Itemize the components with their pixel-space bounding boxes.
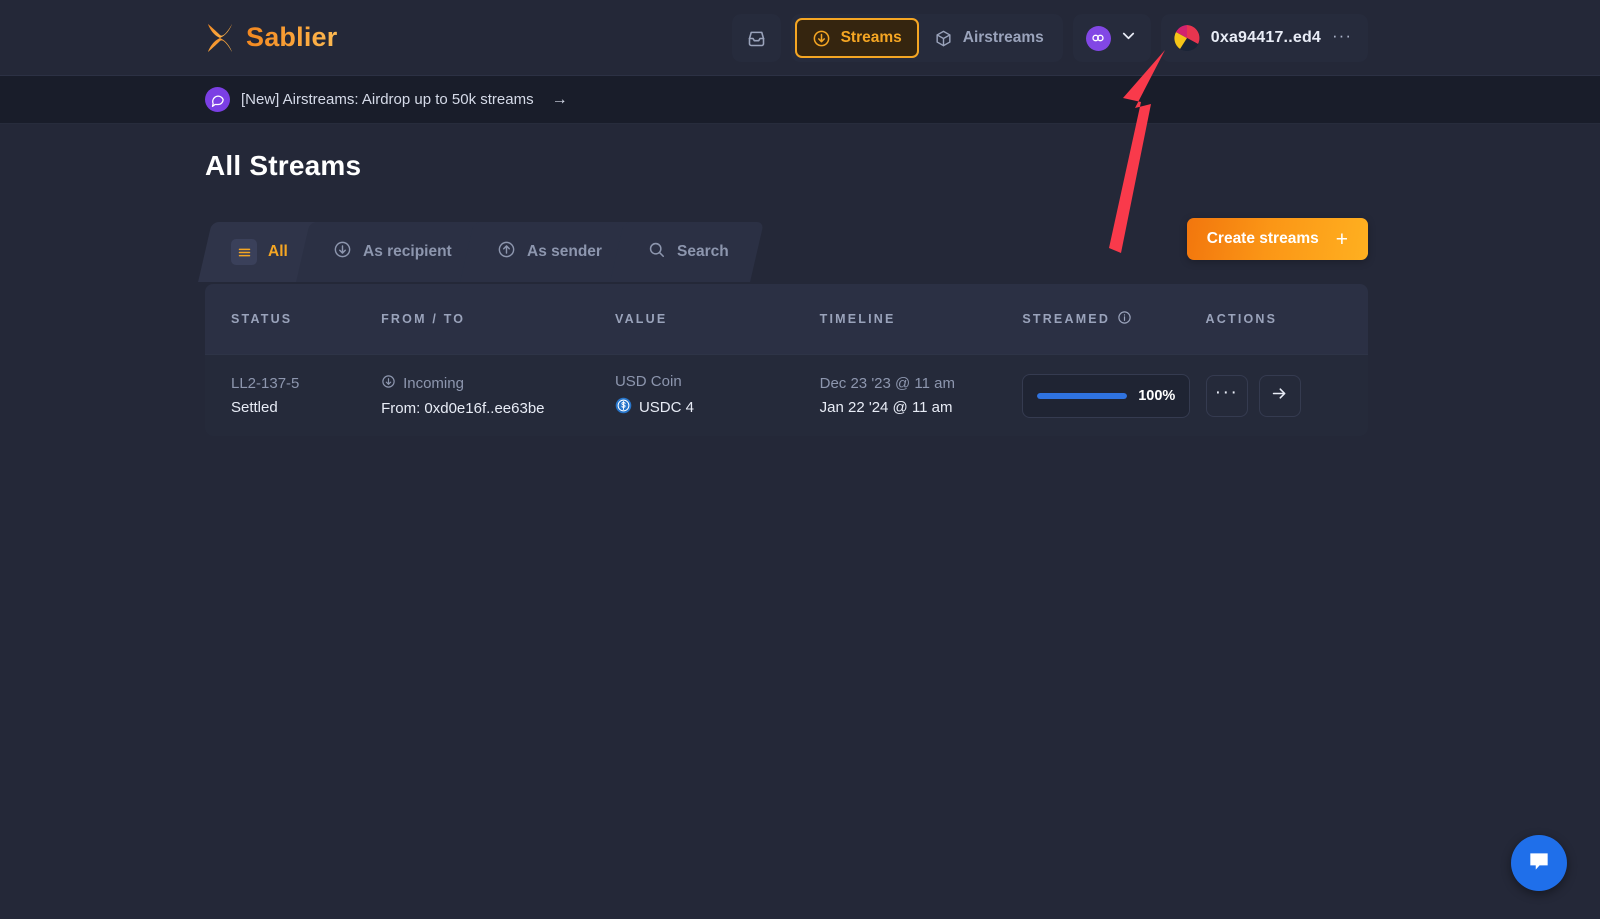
cell-value: USD Coin USDC 4 bbox=[615, 373, 820, 418]
tab-as-recipient-label: As recipient bbox=[362, 243, 452, 260]
brand-logo[interactable]: Sablier bbox=[205, 22, 337, 54]
timeline-end: Jan 22 '24 @ 11 am bbox=[819, 399, 953, 416]
page-title: All Streams bbox=[205, 150, 362, 181]
info-icon[interactable] bbox=[1117, 310, 1132, 328]
create-streams-label: Create streams bbox=[1206, 230, 1319, 247]
wallet-group: 0xa94417..ed4 ··· bbox=[1160, 14, 1368, 62]
nav-tab-streams[interactable]: Streams bbox=[794, 18, 919, 58]
column-header-status: STATUS bbox=[231, 312, 293, 326]
column-header-actions: ACTIONS bbox=[1205, 312, 1278, 326]
app-window: Sablier Streams Airstreams 0xa94417..ed4… bbox=[0, 0, 1600, 919]
tab-search-label: Search bbox=[676, 243, 729, 260]
nav-tab-airstreams[interactable]: Airstreams bbox=[919, 18, 1059, 58]
chain-link-icon bbox=[1085, 25, 1111, 51]
table-row[interactable]: LL2-137-5 Settled Incoming From: 0xd0e16… bbox=[205, 354, 1368, 436]
header-nav: Streams Airstreams 0xa94417..ed4 ··· bbox=[731, 14, 1368, 62]
progress-label: 100% bbox=[1138, 387, 1176, 404]
download-circle-icon bbox=[812, 29, 831, 48]
tab-as-sender[interactable]: As sender bbox=[459, 222, 637, 282]
progress-fill bbox=[1037, 392, 1128, 399]
wallet-address: 0xa94417..ed4 bbox=[1210, 29, 1322, 46]
announcement-banner[interactable]: [New] Airstreams: Airdrop up to 50k stre… bbox=[0, 76, 1600, 124]
filter-tabs: All As recipient As sender Search bbox=[198, 222, 764, 282]
chat-widget-button[interactable] bbox=[1511, 835, 1567, 891]
wallet-button[interactable]: 0xa94417..ed4 ··· bbox=[1165, 18, 1364, 58]
ellipsis-icon: ··· bbox=[1214, 382, 1239, 403]
column-header-value: VALUE bbox=[614, 312, 668, 326]
column-header-streamed-label: STREAMED bbox=[1022, 312, 1111, 326]
column-header-timeline: TIMELINE bbox=[819, 312, 896, 326]
asset-amount-label: USDC 4 bbox=[638, 399, 694, 416]
hamburger-icon bbox=[231, 239, 257, 265]
row-open-button[interactable] bbox=[1258, 374, 1301, 417]
announcement-text: [New] Airstreams: Airdrop up to 50k stre… bbox=[241, 91, 534, 108]
nav-tab-streams-label: Streams bbox=[840, 29, 902, 46]
wallet-more-icon[interactable]: ··· bbox=[1332, 27, 1352, 44]
progress-track bbox=[1037, 392, 1128, 399]
row-more-button[interactable]: ··· bbox=[1205, 374, 1248, 417]
tab-as-sender-label: As sender bbox=[526, 243, 602, 260]
chat-bubble-icon bbox=[1526, 848, 1552, 879]
avatar bbox=[1173, 25, 1200, 51]
inbox-button[interactable] bbox=[736, 18, 777, 58]
chain-selector-button[interactable] bbox=[1077, 18, 1147, 58]
arrow-up-circle-icon bbox=[497, 240, 516, 264]
top-header: Sablier Streams Airstreams 0xa94417..ed4… bbox=[0, 0, 1600, 76]
announcement-banner-inner: [New] Airstreams: Airdrop up to 50k stre… bbox=[205, 87, 568, 112]
plus-icon: + bbox=[1335, 227, 1348, 251]
asset-amount: USDC 4 bbox=[615, 397, 820, 418]
stream-id: LL2-137-5 bbox=[231, 375, 300, 392]
column-header-streamed: STREAMED bbox=[1022, 310, 1205, 328]
arrow-down-circle-icon bbox=[381, 374, 396, 393]
streams-table: STATUS FROM / TO VALUE TIMELINE STREAMED… bbox=[205, 284, 1368, 436]
table-header-row: STATUS FROM / TO VALUE TIMELINE STREAMED… bbox=[205, 284, 1368, 354]
status-badge: Settled bbox=[231, 399, 278, 416]
package-icon bbox=[934, 29, 953, 48]
usdc-icon bbox=[615, 397, 632, 418]
inbox-group bbox=[731, 14, 781, 62]
chevron-down-icon bbox=[1119, 26, 1138, 50]
nav-tab-airstreams-label: Airstreams bbox=[962, 29, 1044, 46]
cell-streamed: 100% bbox=[1022, 373, 1205, 418]
cell-status: LL2-137-5 Settled bbox=[231, 375, 381, 416]
stream-direction-label: Incoming bbox=[403, 375, 464, 392]
chain-selector-group bbox=[1072, 14, 1151, 62]
tab-as-recipient[interactable]: As recipient bbox=[295, 222, 487, 282]
brand-name: Sablier bbox=[246, 22, 338, 52]
cell-from-to: Incoming From: 0xd0e16f..ee63be bbox=[381, 374, 615, 417]
tab-all-label: All bbox=[268, 243, 288, 260]
arrow-right-icon bbox=[1270, 384, 1289, 408]
stream-from-address: From: 0xd0e16f..ee63be bbox=[381, 400, 545, 417]
stream-direction: Incoming bbox=[381, 374, 615, 393]
asset-name: USD Coin bbox=[614, 373, 682, 390]
timeline-start: Dec 23 '23 @ 11 am bbox=[819, 375, 956, 392]
progress-box: 100% bbox=[1022, 373, 1191, 418]
search-icon bbox=[647, 240, 666, 264]
sablier-logo-icon bbox=[205, 22, 235, 54]
tab-search[interactable]: Search bbox=[609, 222, 764, 282]
arrow-down-circle-icon bbox=[333, 240, 352, 264]
column-header-from-to: FROM / TO bbox=[381, 312, 466, 326]
arrow-right-icon: → bbox=[551, 90, 568, 108]
chat-bubble-icon bbox=[205, 87, 230, 112]
inbox-icon bbox=[746, 28, 767, 49]
cell-timeline: Dec 23 '23 @ 11 am Jan 22 '24 @ 11 am bbox=[820, 375, 1023, 416]
create-streams-button[interactable]: Create streams + bbox=[1186, 218, 1368, 260]
cell-actions: ··· bbox=[1205, 374, 1342, 417]
main-nav-group: Streams Airstreams bbox=[790, 14, 1063, 62]
